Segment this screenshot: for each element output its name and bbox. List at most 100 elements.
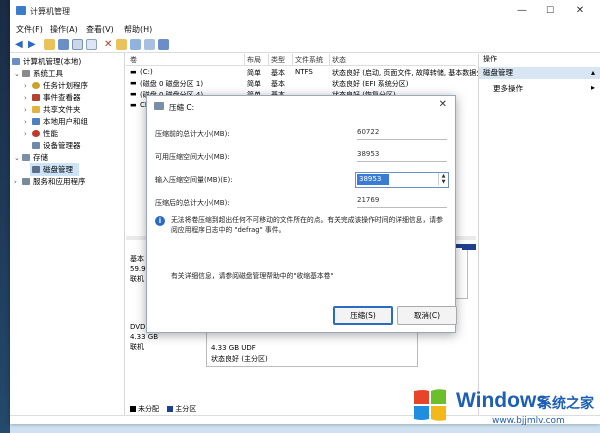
chevron-down-icon[interactable]: ⌄ [14,154,22,162]
maximize-button[interactable]: ☐ [536,3,564,19]
chevron-right-icon: ▸ [590,83,595,92]
action-more[interactable]: 更多操作 [493,83,523,94]
shrink-button[interactable]: 压缩(S) [333,306,393,325]
watermark: Windows 系统之家 www.bjjmlv.com [408,380,600,433]
help-icon[interactable] [144,39,155,50]
col-separator [268,54,269,65]
tree-root[interactable]: 计算机管理(本地) [12,56,81,67]
performance-icon [32,130,40,137]
console-tree-icon[interactable] [58,39,69,50]
tree-system-tools[interactable]: ⌄ 系统工具 [14,68,63,79]
total-size-after-value: 21769 [357,196,380,204]
col-volume[interactable]: 卷 [130,55,137,65]
watermark-site-name: 系统之家 [538,396,594,412]
computer-icon [12,58,20,65]
primary-partition-swatch [167,406,174,412]
up-folder-icon[interactable] [44,39,55,50]
unallocated-swatch [130,406,136,412]
chevron-right-icon[interactable]: › [24,94,32,102]
col-type[interactable]: 类型 [271,55,285,65]
desktop-strip [0,0,10,433]
caret-up-icon: ▴ [590,68,595,77]
tree-services[interactable]: › 服务和应用程序 [14,176,86,187]
drive-icon: ▬ [130,101,137,109]
drive-icon: ▬ [130,79,137,87]
col-status[interactable]: 状态 [332,55,346,65]
watermark-url: www.bjjmlv.com [492,416,565,426]
window-title: 计算机管理 [30,7,70,16]
spin-down-icon[interactable]: ▼ [438,179,448,185]
list-view-icon[interactable] [86,39,97,50]
tree-storage[interactable]: ⌄ 存储 [14,152,48,163]
tree-shared-folders[interactable]: › 共享文件夹 [24,104,81,115]
cancel-button[interactable]: 取消(C) [397,306,457,325]
chevron-right-icon[interactable]: › [24,130,32,138]
tree-disk-management[interactable]: 磁盘管理 [30,163,79,176]
chevron-down-icon[interactable]: ⌄ [14,70,22,78]
info-message: 无法将卷压缩到超出任何不可移动的文件所在的点。有关完成该操作时间的详细信息，请参… [171,216,443,234]
clock-icon [32,82,40,89]
storage-icon [22,154,30,161]
info-icon: i [155,216,165,226]
col-separator [329,54,330,65]
action-disk-management[interactable]: 磁盘管理 ▴ [479,67,600,79]
navigation-tree: 计算机管理(本地) ⌄ 系统工具 › 任务计划程序 › 事件查看器 › 共享文件夹 › 本… [10,53,125,415]
delete-icon[interactable]: ✕ [104,39,115,50]
open-folder-icon[interactable] [116,39,127,50]
users-icon [32,118,40,125]
field-underline [357,161,447,162]
partition-color-bar [462,244,476,250]
actions-pane: 操作 磁盘管理 ▴ 更多操作 ▸ [478,54,600,416]
total-size-after-label: 压缩后的总计大小(MB): [155,199,230,207]
tree-performance[interactable]: › 性能 [24,128,58,139]
menu-action[interactable]: 操作(A) [50,24,78,35]
menu-help[interactable]: 帮助(H) [124,24,152,35]
export-icon[interactable] [130,39,141,50]
available-shrink-label: 可用压缩空间大小(MB): [155,153,230,161]
col-separator [292,54,293,65]
field-underline [357,139,447,140]
properties-icon[interactable] [72,39,83,50]
menu-bar: 文件(F) 操作(A) 查看(V) 帮助(H) [10,22,600,36]
dialog-title-bar: 压缩 C: ✕ [147,96,455,116]
shrink-amount-input[interactable]: 38953 [357,174,389,185]
view-icon[interactable] [158,39,169,50]
chevron-right-icon[interactable]: › [24,118,32,126]
total-size-before-value: 60722 [357,128,380,136]
dialog-title: 压缩 C: [169,103,195,112]
table-row[interactable]: ▬ (磁盘 0 磁盘分区 1) 简单 基本 状态良好 (EFI 系统分区) [126,78,476,89]
shrink-amount-stepper[interactable]: 38953 ▲ ▼ [355,172,449,188]
tree-device-manager[interactable]: 设备管理器 [32,140,81,151]
table-row[interactable]: ▬ (C:) 简单 基本 NTFS 状态良好 (启动, 页面文件, 故障转储, … [126,67,483,78]
windows-logo-icon [414,389,446,421]
chevron-right-icon[interactable]: › [24,82,32,90]
drive-icon: ▬ [130,90,137,98]
tree-task-scheduler[interactable]: › 任务计划程序 [24,80,88,91]
actions-header: 操作 [483,55,497,63]
drive-icon: ▬ [130,68,137,76]
close-button[interactable]: ✕ [566,3,594,19]
device-manager-icon [32,142,40,149]
col-layout[interactable]: 布局 [247,55,261,65]
forward-icon[interactable]: ▶ [28,39,39,50]
disk-icon [32,166,40,173]
menu-view[interactable]: 查看(V) [86,24,114,35]
event-log-icon [32,94,40,101]
menu-file[interactable]: 文件(F) [16,24,43,35]
available-shrink-value: 38953 [357,150,380,158]
dialog-close-button[interactable]: ✕ [439,99,447,110]
back-icon[interactable]: ◀ [15,39,26,50]
shrink-dialog: 压缩 C: ✕ 压缩前的总计大小(MB): 60722 可用压缩空间大小(MB)… [146,95,457,333]
volume-list-header: 卷 布局 类型 文件系统 状态 [126,54,476,66]
minimize-button[interactable]: — [508,3,536,19]
chevron-right-icon[interactable]: › [24,106,32,114]
tree-local-users[interactable]: › 本地用户和组 [24,116,88,127]
tools-icon [22,70,30,77]
watermark-brand: Windows [456,389,548,412]
chevron-right-icon[interactable]: › [14,178,22,186]
field-underline [357,207,447,208]
total-size-before-label: 压缩前的总计大小(MB): [155,130,230,138]
tree-event-viewer[interactable]: › 事件查看器 [24,92,81,103]
shared-folder-icon [32,106,40,113]
col-filesystem[interactable]: 文件系统 [295,55,323,65]
